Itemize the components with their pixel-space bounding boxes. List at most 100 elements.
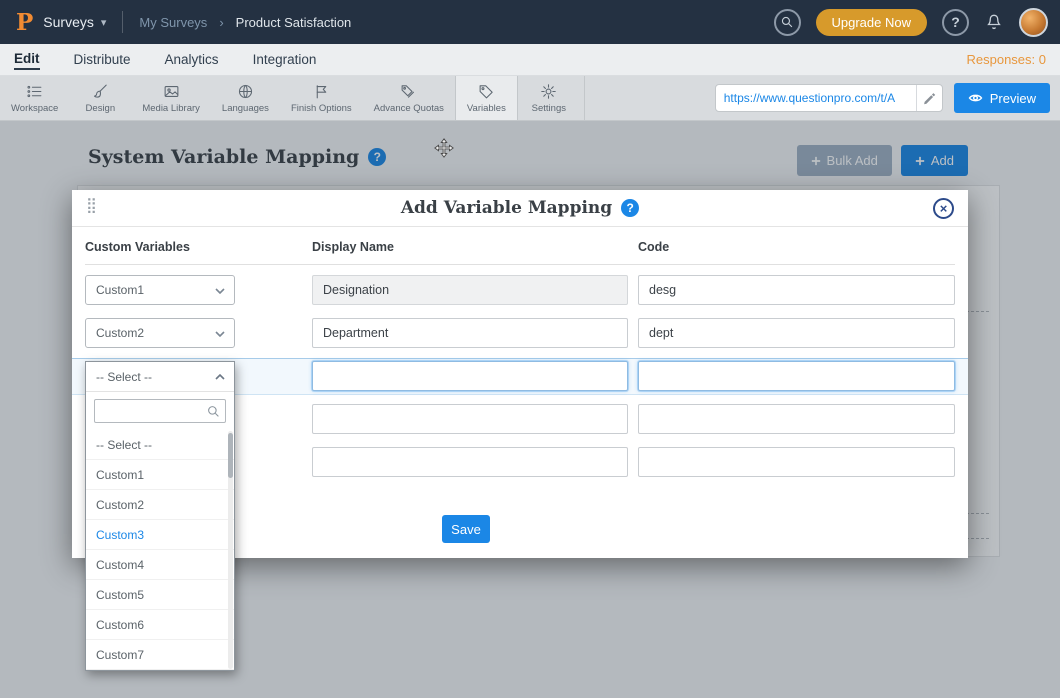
flag-icon [313, 83, 330, 100]
edit-url-button[interactable] [916, 85, 942, 111]
search-icon [206, 404, 221, 419]
survey-url-text: https://www.questionpro.com/t/A [716, 91, 916, 105]
pencil-icon [923, 92, 936, 105]
tool-media-library[interactable]: Media Library [131, 76, 211, 120]
search-icon [780, 15, 794, 29]
custom-variable-select[interactable]: Custom1 [85, 275, 235, 305]
upgrade-button[interactable]: Upgrade Now [816, 9, 928, 36]
main-tabs: Edit Distribute Analytics Integration Re… [0, 44, 1060, 76]
tool-label: Languages [222, 103, 269, 114]
breadcrumb: My Surveys › Product Satisfaction [139, 15, 351, 30]
tab-edit[interactable]: Edit [14, 49, 40, 70]
modal-header: ⣿ Add Variable Mapping ? × [72, 190, 968, 227]
topbar-actions: Upgrade Now ? [774, 8, 1049, 37]
column-header-code: Code [638, 240, 669, 254]
tool-finish-options[interactable]: Finish Options [280, 76, 363, 120]
code-input[interactable] [638, 447, 955, 477]
preview-button[interactable]: Preview [954, 83, 1050, 113]
drag-handle-icon[interactable]: ⣿ [86, 198, 97, 213]
surveys-menu[interactable]: Surveys ▾ [43, 14, 106, 30]
display-name-input[interactable] [312, 275, 628, 305]
tool-workspace[interactable]: Workspace [0, 76, 69, 120]
dropdown-selected-label: -- Select -- [96, 370, 152, 384]
questionpro-logo: P [16, 9, 33, 36]
survey-url-input[interactable]: https://www.questionpro.com/t/A [715, 84, 943, 112]
custom-variable-value: Custom2 [96, 326, 144, 340]
modal-title: Add Variable Mapping [401, 198, 612, 218]
display-name-input[interactable] [312, 318, 628, 348]
tool-settings[interactable]: Settings [518, 76, 580, 120]
custom-variable-select[interactable]: Custom2 [85, 318, 235, 348]
globe-icon [237, 83, 254, 100]
tab-integration[interactable]: Integration [253, 50, 317, 69]
tool-label: Variables [467, 103, 506, 114]
page: P Surveys ▾ My Surveys › Product Satisfa… [0, 0, 1060, 698]
code-input[interactable] [638, 361, 955, 391]
caret-down-icon: ▾ [101, 16, 107, 29]
tool-label: Settings [532, 103, 566, 114]
dropdown-scrollbar-thumb[interactable] [228, 433, 233, 478]
breadcrumb-current: Product Satisfaction [236, 15, 352, 30]
tool-label: Media Library [142, 103, 200, 114]
tags-icon [400, 83, 417, 100]
dropdown-option-custom2[interactable]: Custom2 [86, 490, 234, 520]
dropdown-option-custom1[interactable]: Custom1 [86, 460, 234, 490]
brush-icon [92, 83, 109, 100]
image-icon [163, 83, 180, 100]
gear-icon [540, 83, 557, 100]
dropdown-option-custom3[interactable]: Custom3 [86, 520, 234, 550]
dropdown-option-custom5[interactable]: Custom5 [86, 580, 234, 610]
tool-label: Workspace [11, 103, 58, 114]
mapping-row-2: Custom2 [85, 318, 955, 348]
toolbar-right: https://www.questionpro.com/t/A Preview [715, 76, 1060, 120]
chevron-down-icon [215, 288, 225, 294]
display-name-input[interactable] [312, 447, 628, 477]
breadcrumb-parent[interactable]: My Surveys [139, 15, 207, 30]
dropdown-option-custom7[interactable]: Custom7 [86, 640, 234, 670]
help-button[interactable]: ? [942, 9, 969, 36]
column-headers: Custom Variables Display Name Code [85, 240, 955, 265]
eye-icon [968, 92, 983, 104]
display-name-input[interactable] [312, 404, 628, 434]
code-input[interactable] [638, 318, 955, 348]
dropdown-option-select[interactable]: -- Select -- [86, 430, 234, 460]
dropdown-option-custom6[interactable]: Custom6 [86, 610, 234, 640]
edit-toolbar: Workspace Design Media Library Languages… [0, 76, 1060, 121]
tool-advance-quotas[interactable]: Advance Quotas [363, 76, 455, 120]
code-input[interactable] [638, 275, 955, 305]
dropdown-options-list: -- Select -- Custom1 Custom2 Custom3 Cus… [86, 430, 234, 670]
display-name-input[interactable] [312, 361, 628, 391]
modal-help-icon[interactable]: ? [621, 199, 639, 217]
help-icon: ? [951, 14, 960, 30]
tool-variables[interactable]: Variables [455, 76, 518, 120]
close-icon: × [940, 202, 948, 215]
column-header-custom-variables: Custom Variables [85, 240, 190, 254]
list-icon [26, 83, 43, 100]
tool-label: Design [86, 103, 116, 114]
surveys-menu-label: Surveys [43, 14, 94, 30]
topbar: P Surveys ▾ My Surveys › Product Satisfa… [0, 0, 1060, 44]
notifications-button[interactable] [984, 12, 1004, 32]
tool-label: Advance Quotas [374, 103, 444, 114]
topbar-divider [122, 11, 123, 33]
dropdown-selected[interactable]: -- Select -- [86, 362, 234, 392]
tool-design[interactable]: Design [69, 76, 131, 120]
dropdown-option-custom4[interactable]: Custom4 [86, 550, 234, 580]
tab-analytics[interactable]: Analytics [165, 50, 219, 69]
avatar[interactable] [1019, 8, 1048, 37]
dropdown-search [86, 392, 234, 430]
tag-icon [478, 83, 495, 100]
breadcrumb-separator: › [219, 15, 223, 30]
tool-label: Finish Options [291, 103, 352, 114]
search-button[interactable] [774, 9, 801, 36]
custom-variable-value: Custom1 [96, 283, 144, 297]
save-button[interactable]: Save [442, 515, 490, 543]
dropdown-scrollbar-track[interactable] [228, 431, 233, 669]
preview-label: Preview [990, 91, 1036, 106]
close-button[interactable]: × [933, 198, 954, 219]
code-input[interactable] [638, 404, 955, 434]
dropdown-search-box [94, 399, 226, 423]
tool-languages[interactable]: Languages [211, 76, 280, 120]
tab-distribute[interactable]: Distribute [74, 50, 131, 69]
responses-count: Responses: 0 [967, 52, 1047, 67]
